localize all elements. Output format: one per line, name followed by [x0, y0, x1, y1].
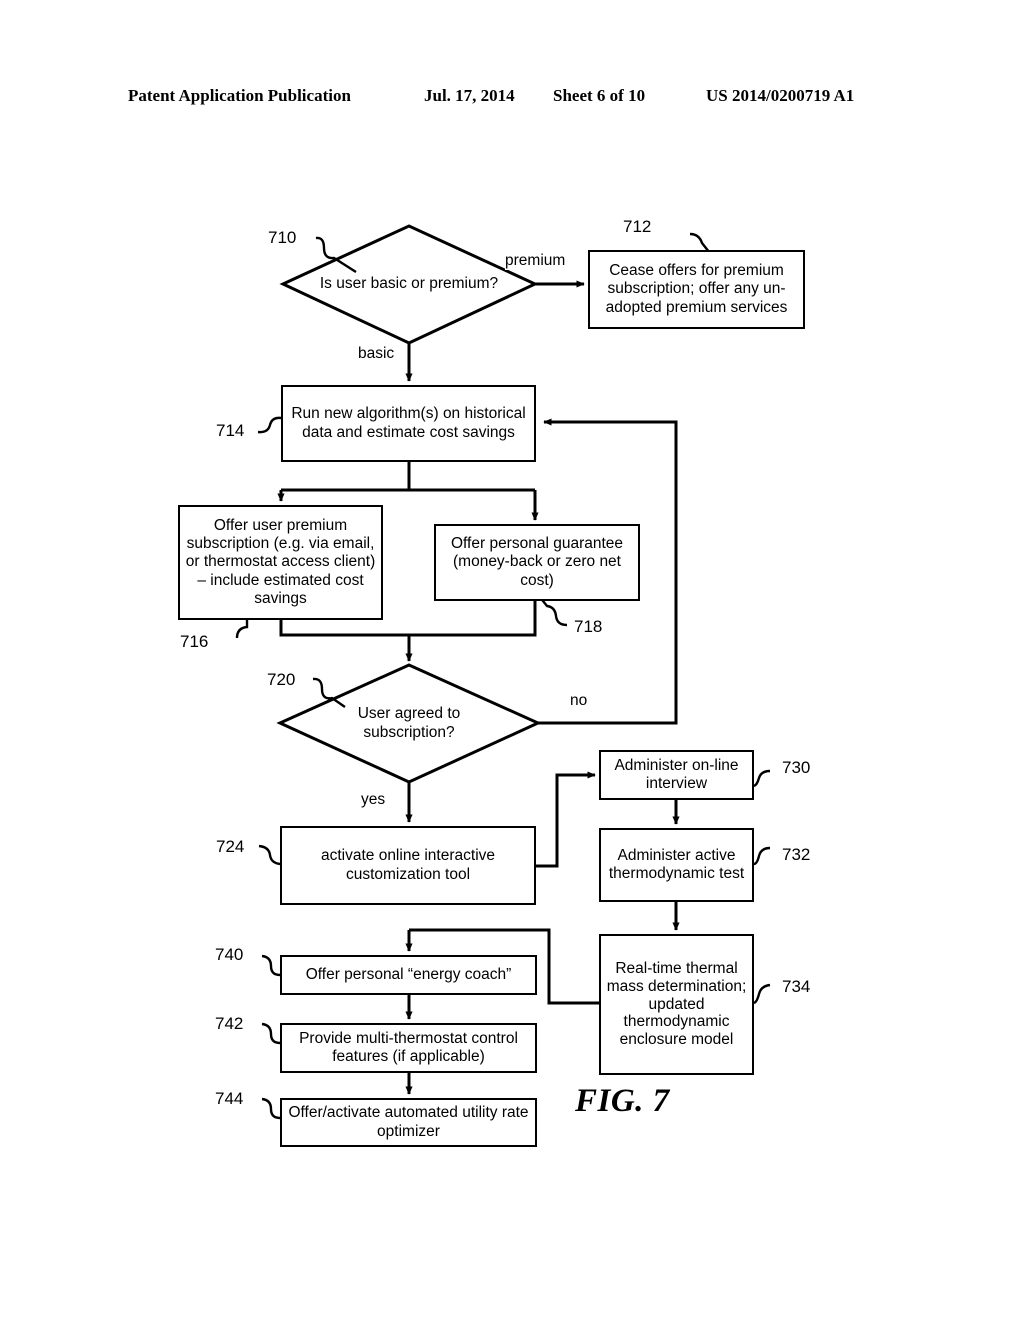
edge-724-to-730: [536, 771, 596, 868]
process-716-label: Offer user premium subscription (e.g. vi…: [185, 516, 376, 607]
process-742-label: Provide multi-thermostat control feature…: [299, 1029, 518, 1065]
leader-730: [753, 769, 771, 788]
process-712: Cease offers for premium subscription; o…: [588, 250, 805, 329]
leader-734: [753, 983, 771, 1005]
leader-724: [258, 844, 281, 866]
process-732: Administer active thermodynamic test: [599, 828, 754, 902]
process-740-label: Offer personal “energy coach”: [305, 965, 512, 983]
refnum-716: 716: [180, 632, 209, 651]
process-724: activate online interactive customizatio…: [280, 826, 536, 905]
edge-label-no: no: [570, 692, 588, 710]
refnum-742: 742: [215, 1014, 244, 1033]
figure-caption: FIG. 7: [575, 1083, 670, 1119]
process-744: Offer/activate automated utility rate op…: [280, 1098, 537, 1147]
leader-742: [261, 1022, 281, 1045]
leader-744: [261, 1097, 281, 1120]
process-724-label: activate online interactive customizatio…: [320, 847, 496, 883]
process-712-label: Cease offers for premium subscription; o…: [605, 262, 788, 316]
process-714: Run new algorithm(s) on historical data …: [281, 385, 536, 462]
process-734: Real-time thermal mass determination; up…: [599, 934, 754, 1075]
decision-720-label: User agreed to subscription?: [357, 704, 461, 741]
process-742: Provide multi-thermostat control feature…: [280, 1023, 537, 1073]
process-734-label: Real-time thermal mass determination; up…: [606, 959, 747, 1049]
flowchart: 712 --> 714 --> loop back up into 714 ri…: [0, 0, 1024, 1320]
process-732-label: Administer active thermodynamic test: [608, 846, 745, 882]
process-718-label: Offer personal guarantee (money-back or …: [450, 535, 624, 589]
refnum-710: 710: [268, 228, 297, 247]
leader-732: [753, 846, 771, 866]
edge-label-basic: basic: [358, 345, 395, 363]
process-744-label: Offer/activate automated utility rate op…: [288, 1104, 529, 1140]
process-718: Offer personal guarantee (money-back or …: [434, 524, 640, 601]
edge-716-merge: [279, 620, 409, 637]
decision-720: User agreed to subscription?: [280, 665, 538, 782]
refnum-730: 730: [782, 758, 811, 777]
refnum-740: 740: [215, 945, 244, 964]
decision-710-label: Is user basic or premium?: [319, 275, 499, 293]
edge-label-premium: premium: [505, 252, 566, 270]
process-714-label: Run new algorithm(s) on historical data …: [291, 405, 526, 441]
refnum-734: 734: [782, 977, 811, 996]
patent-figure-page: Patent Application Publication Jul. 17, …: [0, 0, 1024, 1320]
process-730: Administer on-line interview: [599, 750, 754, 800]
leader-714: [257, 416, 282, 434]
refnum-724: 724: [216, 837, 245, 856]
leader-740: [261, 954, 281, 977]
process-740: Offer personal “energy coach”: [280, 955, 537, 995]
refnum-732: 732: [782, 845, 811, 864]
refnum-714: 714: [216, 421, 245, 440]
refnum-720: 720: [267, 670, 296, 689]
leader-716: [235, 620, 249, 639]
refnum-712: 712: [623, 217, 652, 236]
refnum-744: 744: [215, 1089, 244, 1108]
process-716: Offer user premium subscription (e.g. vi…: [178, 505, 383, 620]
edge-718-merge: [409, 601, 537, 637]
edge-label-yes: yes: [361, 791, 386, 809]
decision-710: Is user basic or premium?: [283, 226, 535, 343]
process-730-label: Administer on-line interview: [614, 756, 739, 792]
refnum-718: 718: [574, 617, 603, 636]
